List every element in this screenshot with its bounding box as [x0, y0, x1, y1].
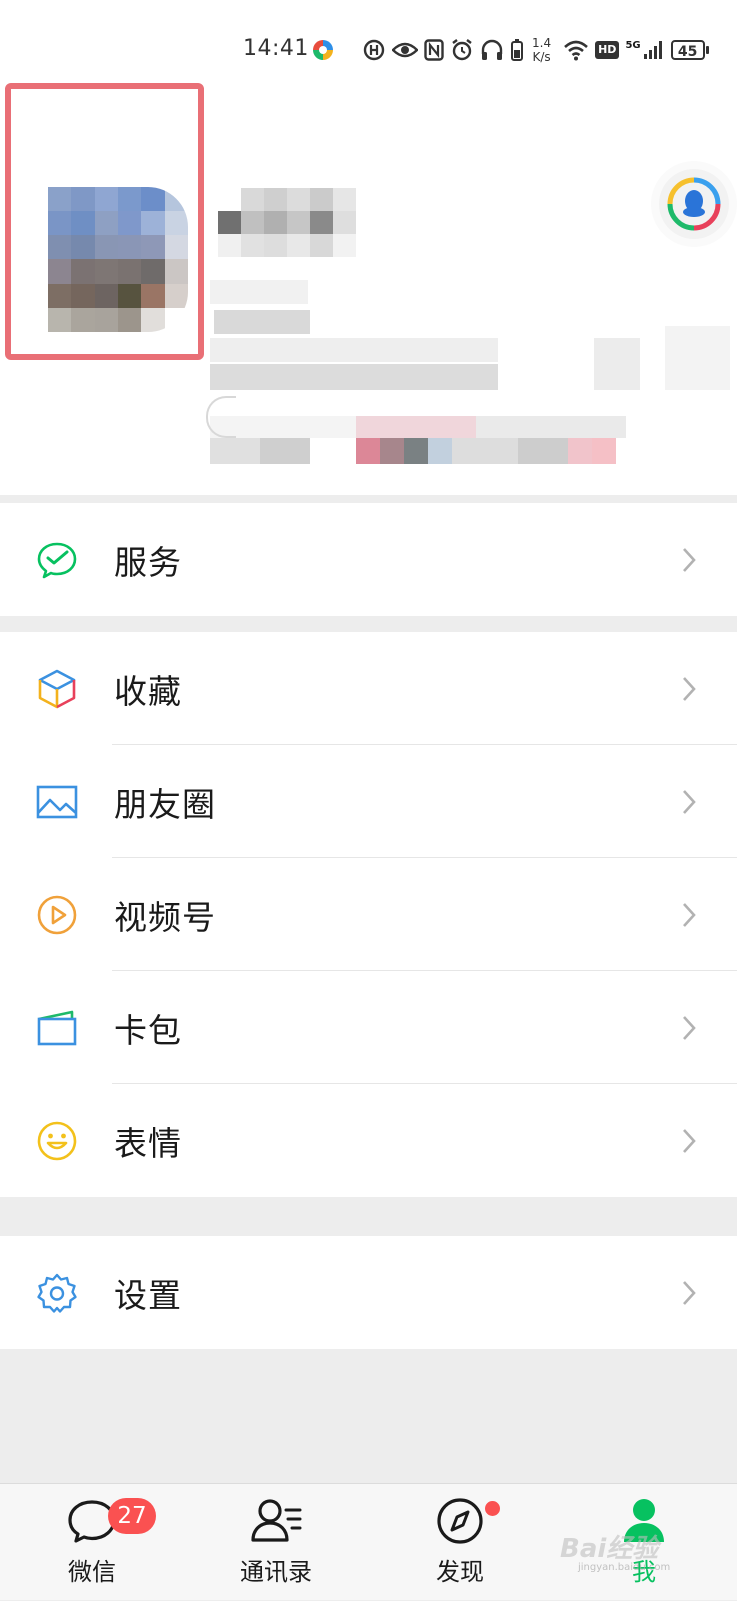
menu-label-cards: 卡包 — [114, 1010, 182, 1050]
add-status-button[interactable] — [206, 396, 236, 438]
nickname — [218, 188, 356, 257]
play-icon — [36, 894, 78, 936]
chevron-right-icon — [683, 1015, 696, 1040]
menu-item-service[interactable]: 服务 — [0, 503, 737, 616]
status-icons: 1.4 K/s HD 5G 45 — [312, 36, 709, 64]
qq-floating-badge[interactable] — [659, 169, 729, 239]
new-content-dot — [485, 1501, 500, 1516]
app-notification-icon — [313, 40, 333, 60]
menu-item-favorites[interactable]: 收藏 — [0, 632, 737, 745]
menu-group-settings: 设置 — [0, 1236, 737, 1349]
status-bar: 14:41 1.4 K/s HD 5G 45 — [0, 0, 737, 96]
menu-item-channels[interactable]: 视频号 — [0, 858, 737, 971]
menu-label-service: 服务 — [114, 542, 182, 582]
menu-group-main: 收藏 朋友圈 视频号 卡包 表情 — [0, 632, 737, 1197]
status-time: 14:41 — [243, 36, 309, 61]
profile-header[interactable] — [0, 83, 737, 495]
eye-comfort-icon — [392, 42, 418, 58]
tab-discover[interactable]: 发现 — [368, 1484, 552, 1601]
menu-item-stickers[interactable]: 表情 — [0, 1084, 737, 1197]
menu-label-settings: 设置 — [114, 1275, 182, 1315]
tab-label-discover: 发现 — [436, 1558, 484, 1586]
tab-label-chats: 微信 — [68, 1558, 116, 1586]
contacts-icon — [251, 1499, 302, 1542]
signal-icon — [643, 41, 662, 59]
cube-icon — [36, 668, 78, 710]
menu-label-moments: 朋友圈 — [114, 784, 216, 824]
watermark: Bai经验 — [560, 1534, 659, 1564]
wechat-pay-icon — [36, 539, 78, 581]
qq-icon — [667, 177, 721, 231]
chevron-right-icon — [683, 1280, 696, 1305]
battery-indicator: 45 — [670, 40, 709, 60]
image-icon — [36, 781, 78, 823]
tab-chats[interactable]: 27 微信 — [0, 1484, 184, 1601]
network-type: 5G — [625, 39, 641, 51]
smile-icon — [36, 1120, 78, 1162]
wifi-icon — [564, 40, 588, 61]
tab-label-contacts: 通讯录 — [240, 1558, 312, 1586]
chevron-right-icon — [683, 1128, 696, 1153]
alarm-icon — [452, 39, 472, 61]
chevron-right-icon — [683, 547, 696, 572]
nfc-icon — [424, 39, 444, 61]
menu-item-settings[interactable]: 设置 — [0, 1236, 737, 1349]
hd-icon: HD — [595, 41, 620, 59]
menu-label-stickers: 表情 — [114, 1123, 182, 1163]
menu-group-service: 服务 — [0, 503, 737, 616]
tab-contacts[interactable]: 通讯录 — [184, 1484, 368, 1601]
menu-label-channels: 视频号 — [114, 897, 216, 937]
compass-icon — [437, 1498, 483, 1544]
menu-item-cards[interactable]: 卡包 — [0, 971, 737, 1084]
wallet-icon — [36, 1007, 78, 1049]
menu-label-favorites: 收藏 — [114, 671, 182, 711]
watermark-url: jingyan.baidu.com — [578, 1562, 671, 1573]
avatar-highlight-frame — [5, 83, 204, 360]
net-speed: 1.4 K/s — [532, 36, 552, 64]
chevron-right-icon — [683, 902, 696, 927]
unread-badge: 27 — [108, 1498, 156, 1534]
menu-item-moments[interactable]: 朋友圈 — [0, 745, 737, 858]
headset-battery-icon — [511, 39, 523, 61]
gear-icon — [36, 1272, 78, 1314]
data-saver-icon — [363, 39, 385, 61]
chevron-right-icon — [683, 789, 696, 814]
chevron-right-icon — [683, 676, 696, 701]
headphones-icon — [481, 39, 503, 60]
wechat-id-row[interactable] — [210, 266, 730, 506]
